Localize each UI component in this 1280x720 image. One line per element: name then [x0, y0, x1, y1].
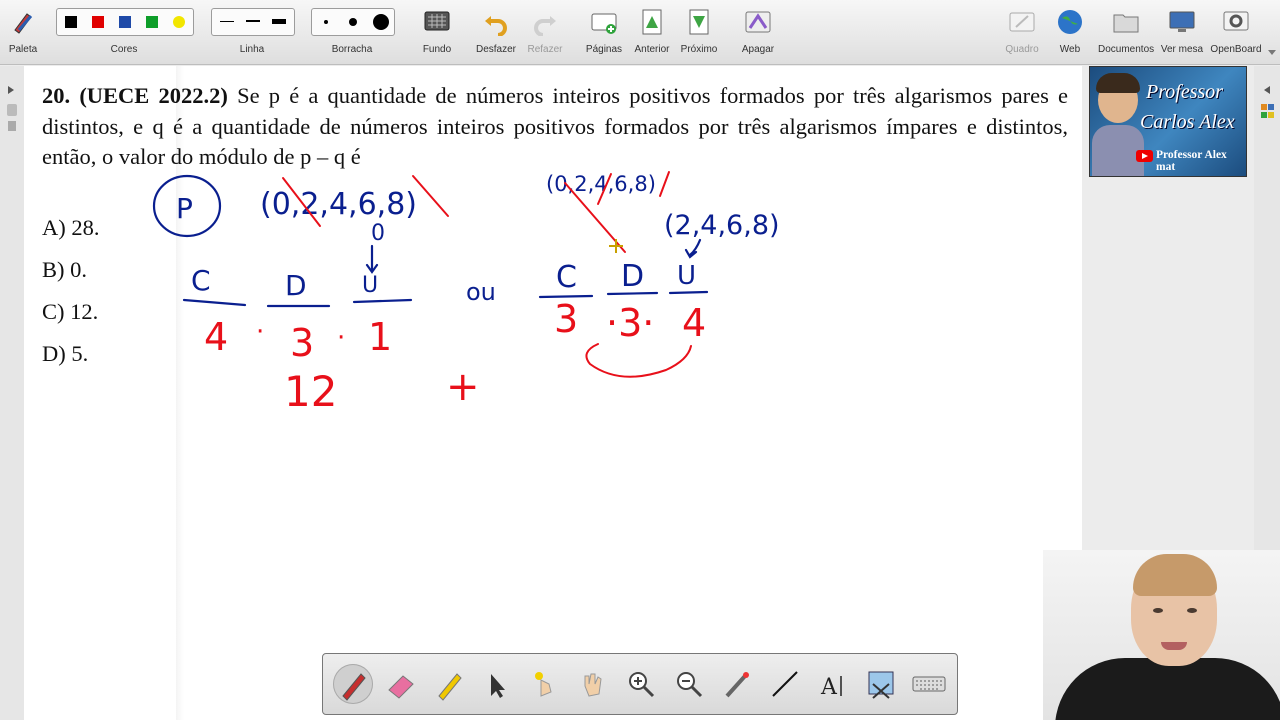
webcam-overlay — [1043, 550, 1280, 720]
strike-eight — [659, 171, 670, 197]
tool-palette: A — [322, 653, 958, 715]
ink-ou: ou — [466, 278, 496, 306]
highlighter-tool[interactable] — [429, 664, 469, 704]
desktop-icon — [1169, 11, 1195, 32]
ink-set-1: (0,2,4,6,8) — [260, 187, 417, 222]
text-icon: A — [820, 675, 842, 700]
fraction-line-3 — [352, 298, 413, 304]
channel-logo: Professor Carlos Alex Professor Alex mat — [1089, 66, 1247, 177]
eraser-tool[interactable] — [381, 664, 421, 704]
ink-digit-3: 3 — [290, 321, 314, 365]
ink-dot-2: · — [337, 323, 345, 353]
logo-line-2: Carlos Alex — [1140, 111, 1235, 133]
ink-d-2: D — [621, 259, 644, 294]
ver-mesa-label: Ver mesa — [1160, 44, 1204, 55]
ink-digit-3c: ·3· — [606, 301, 654, 345]
eraser-icon — [388, 675, 414, 699]
svg-text:A: A — [820, 675, 838, 700]
text-tool[interactable]: A — [813, 664, 853, 704]
youtube-icon — [1136, 150, 1153, 162]
pointer-tool[interactable] — [717, 664, 757, 704]
ink-digit-4b: 4 — [682, 301, 706, 345]
presenter-hair — [1133, 554, 1217, 596]
capture-tool[interactable] — [861, 664, 901, 704]
hand-icon — [584, 673, 602, 697]
keyboard-tool[interactable] — [909, 664, 949, 704]
presenter-torso — [1055, 658, 1280, 720]
ink-plus: + — [446, 364, 480, 410]
ink-u-2: U — [677, 261, 696, 291]
cursor-cross-icon — [609, 239, 623, 253]
fraction-line-6 — [668, 290, 709, 295]
logo-line-1: Professor — [1146, 81, 1224, 103]
ink-digit-4: 4 — [204, 315, 228, 359]
hand-tool[interactable] — [573, 664, 613, 704]
ink-zero: 0 — [371, 221, 385, 246]
ink-c-2: C — [556, 260, 577, 295]
ink-set-2: (0,2,4,6,8) — [546, 172, 656, 196]
settings-gear-icon — [1223, 11, 1249, 31]
ink-u-1: U — [362, 273, 378, 298]
pen-tool[interactable] — [333, 664, 373, 704]
swap-arc — [585, 343, 692, 378]
ink-c-1: C — [191, 264, 211, 297]
interact-tool[interactable] — [525, 664, 565, 704]
ink-d-1: D — [285, 269, 307, 302]
down-arrow-1 — [365, 244, 379, 274]
line-tool[interactable] — [765, 664, 805, 704]
ink-set-3: (2,4,6,8) — [664, 210, 780, 241]
zoom-out-tool[interactable] — [669, 664, 709, 704]
arrow-pointer-icon — [491, 674, 505, 698]
folder-icon — [1113, 14, 1139, 33]
ink-digit-1: 1 — [368, 315, 392, 359]
keyboard-icon — [912, 676, 946, 692]
presenter-eye-left — [1153, 608, 1163, 613]
fraction-line-1 — [182, 298, 247, 307]
zoom-in-icon — [629, 672, 655, 698]
capture-icon — [868, 671, 894, 699]
menu-chevron-down-icon[interactable] — [1268, 50, 1276, 56]
ver-mesa-button[interactable]: Ver mesa — [1158, 0, 1206, 64]
ink-dot-1: · — [256, 317, 264, 347]
ink-p: P — [176, 192, 193, 225]
line-icon — [772, 671, 798, 697]
right-panel-toggle-icon[interactable] — [1258, 86, 1276, 186]
logo-channel: Professor Alex mat — [1156, 149, 1227, 173]
ink-digit-3b: 3 — [554, 297, 578, 341]
logo-figure-hair — [1096, 73, 1140, 93]
pen-icon — [342, 673, 366, 701]
presenter-eye-right — [1187, 608, 1197, 613]
openboard-button[interactable]: OpenBoard — [1208, 0, 1264, 64]
documentos-label: Documentos — [1098, 44, 1155, 55]
down-arrow-2 — [684, 238, 702, 259]
ink-result-12: 12 — [284, 367, 337, 416]
highlighter-icon — [438, 673, 462, 701]
zoom-out-icon — [677, 672, 703, 698]
strike-six — [412, 175, 449, 217]
presenter-mouth — [1161, 642, 1187, 650]
zoom-in-tool[interactable] — [621, 664, 661, 704]
handwriting-layer: P (0,2,4,6,8) (0,2,4,6,8) (2,4,6,8) 0 C … — [152, 171, 780, 416]
documentos-button[interactable]: Documentos — [1098, 0, 1154, 64]
laser-icon — [535, 672, 552, 697]
pointer-icon — [725, 672, 749, 698]
openboard-label: OpenBoard — [1210, 44, 1262, 55]
selector-tool[interactable] — [477, 664, 517, 704]
